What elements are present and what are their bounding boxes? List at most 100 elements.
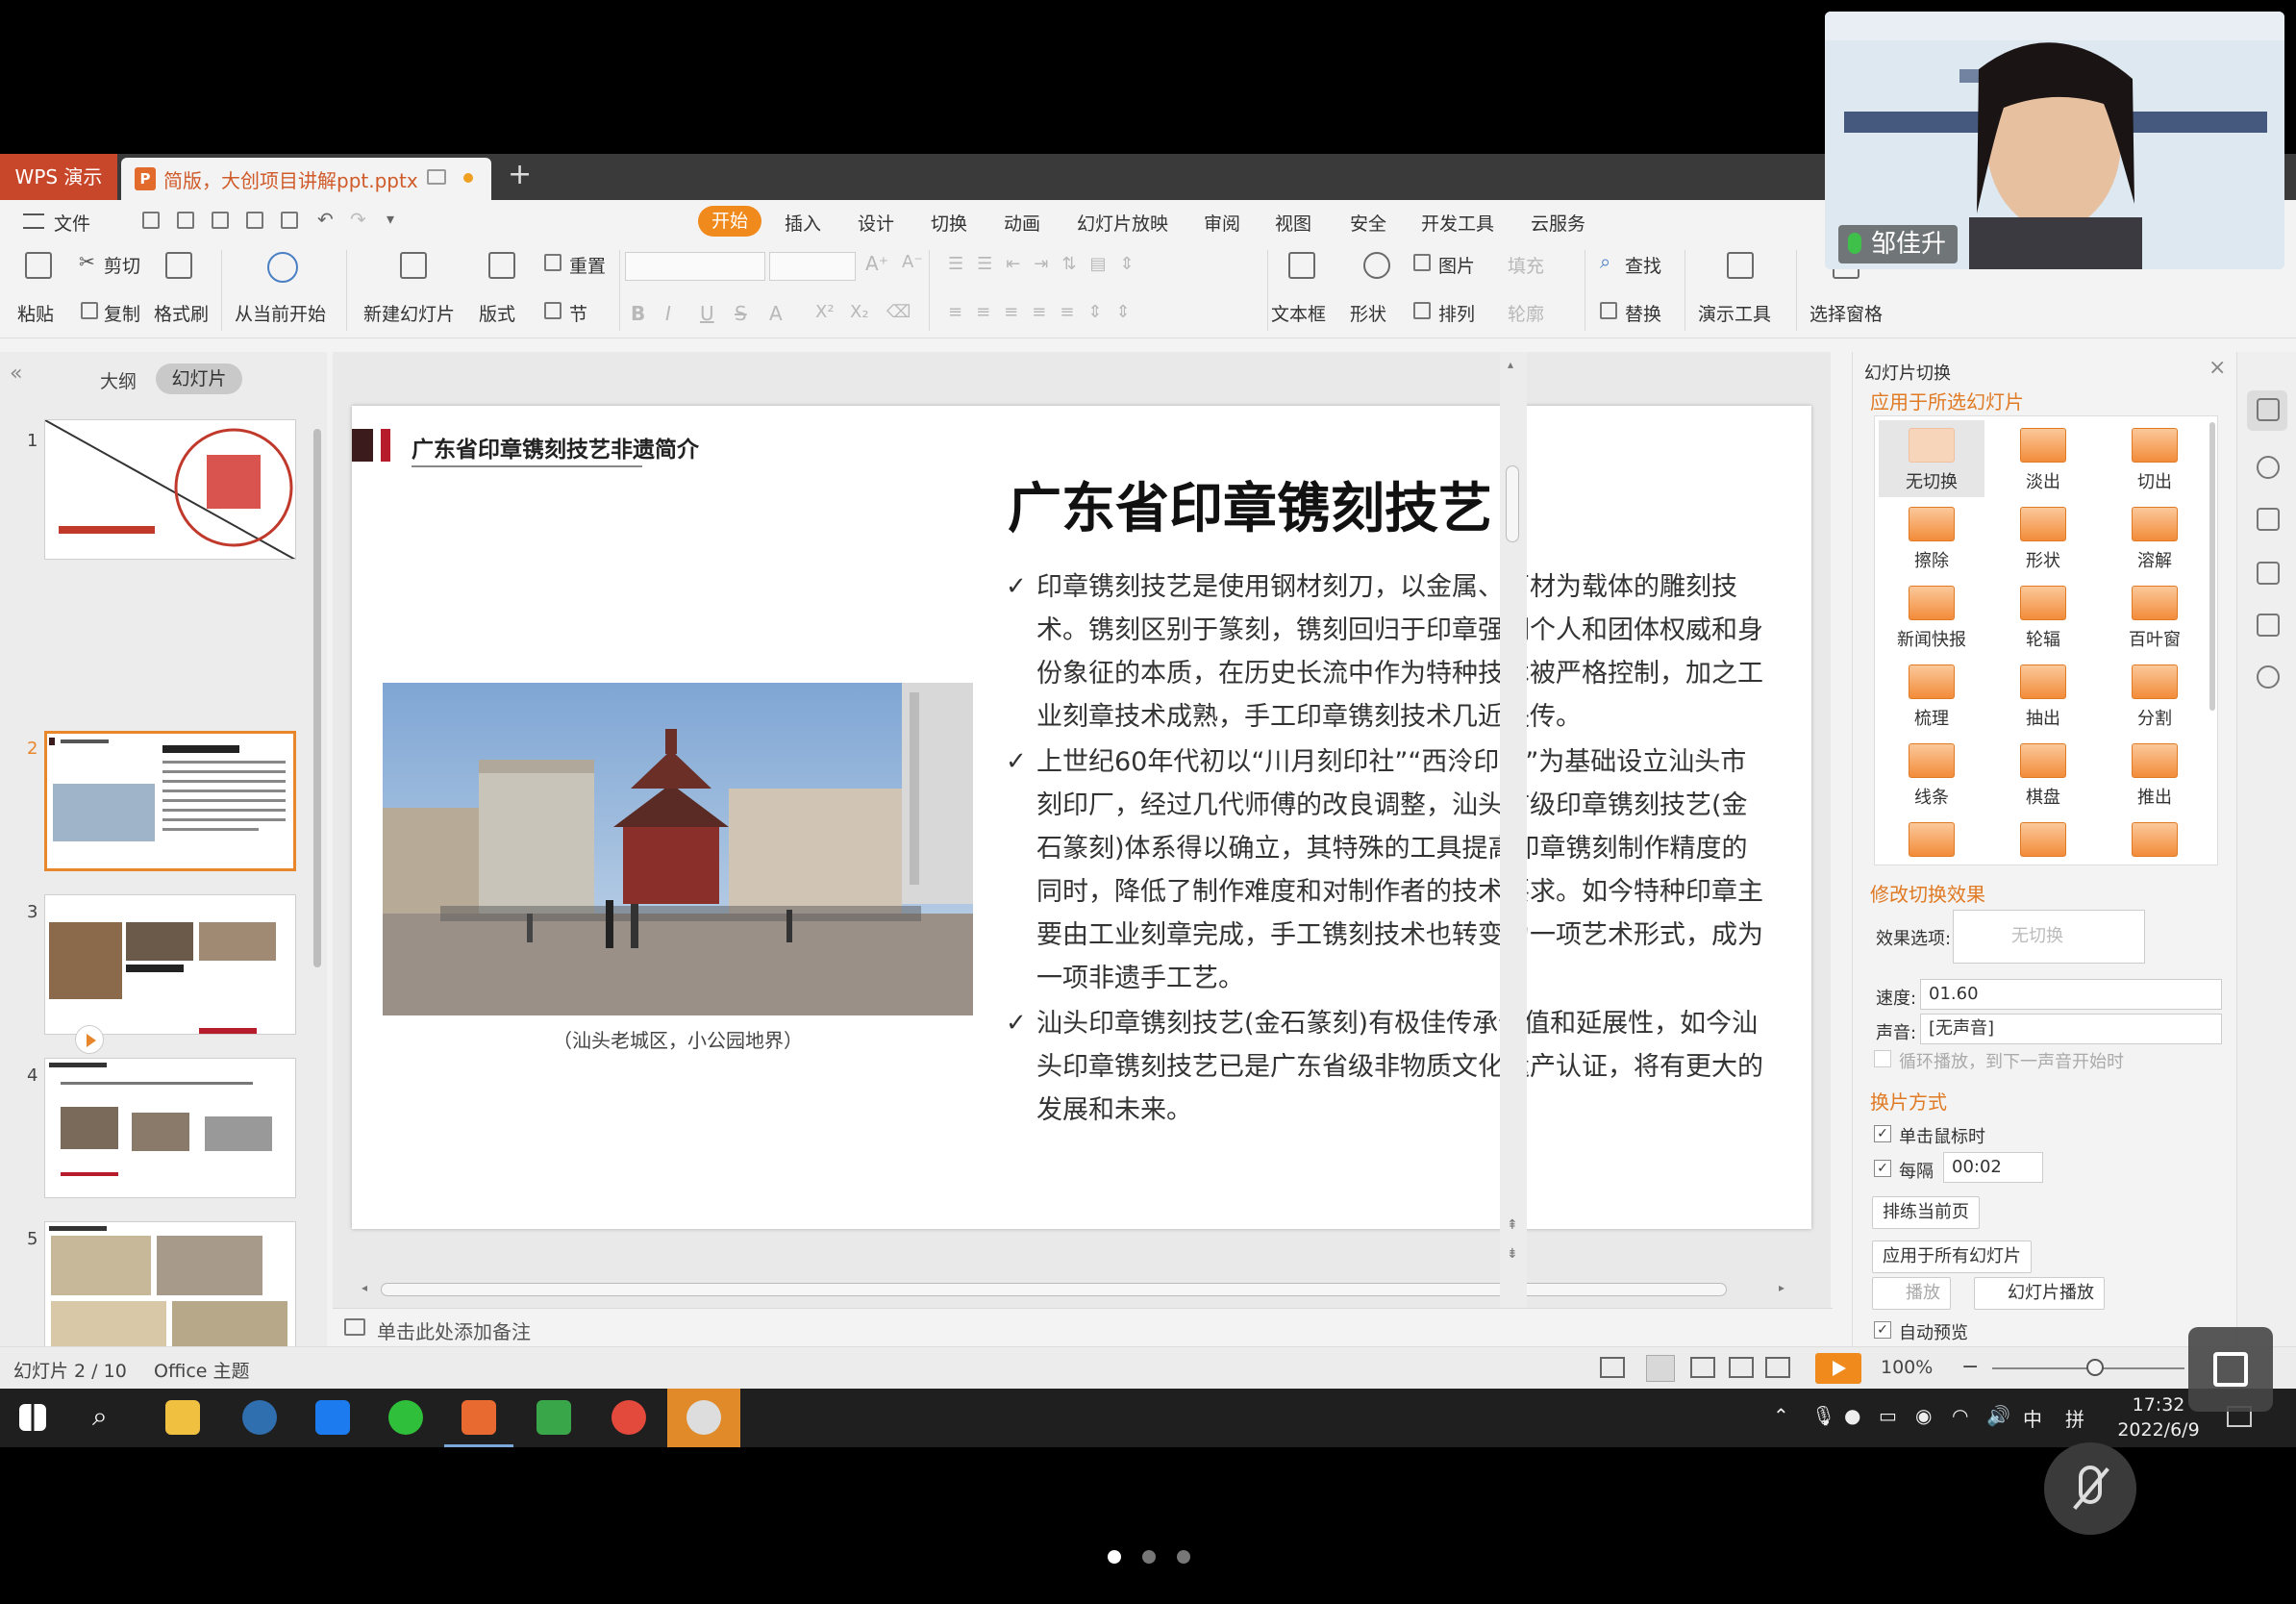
every-checkbox[interactable]: ✓ bbox=[1874, 1160, 1891, 1177]
prev-slide-icon[interactable]: ⇞ bbox=[1507, 1217, 1518, 1233]
mic-tray-icon[interactable]: 🎙 bbox=[1811, 1404, 1835, 1427]
tray-chevron-icon[interactable]: ⌃ bbox=[1773, 1404, 1789, 1427]
wps-spreadsheet-icon[interactable] bbox=[537, 1400, 571, 1435]
transition-cut[interactable]: 切出 bbox=[2102, 420, 2208, 497]
replace-button[interactable]: 替换 bbox=[1625, 300, 1661, 326]
wps-presentation-icon[interactable] bbox=[462, 1400, 496, 1435]
undo-icon[interactable]: ↶ bbox=[317, 208, 334, 231]
file-menu[interactable]: 文件 bbox=[54, 210, 90, 236]
close-icon[interactable]: × bbox=[2209, 356, 2226, 380]
slide-thumbnail-3[interactable] bbox=[44, 894, 296, 1035]
font-size-select[interactable] bbox=[769, 252, 856, 281]
tab-view[interactable]: 视图 bbox=[1275, 210, 1311, 236]
font-name-select[interactable] bbox=[625, 252, 765, 281]
participant-video-tile[interactable]: 邹佳升 bbox=[1825, 12, 2284, 269]
present-tools-button[interactable]: 演示工具 bbox=[1698, 300, 1771, 326]
ime-indicator[interactable]: 中 bbox=[2023, 1404, 2042, 1432]
scroll-right-icon[interactable]: ▸ bbox=[1779, 1281, 1784, 1294]
clear-format-icon[interactable]: ⌫ bbox=[886, 302, 911, 322]
current-slide[interactable]: 广东省印章镌刻技艺非遗简介 广东省印章镌刻技艺 ✓ 印章镌刻技艺是使用钢材刻刀，… bbox=[352, 406, 1811, 1229]
normal-view-icon[interactable] bbox=[1646, 1355, 1675, 1382]
grow-font-icon[interactable]: A⁺ bbox=[865, 252, 888, 275]
subscript-icon[interactable]: X₂ bbox=[850, 302, 869, 322]
collapse-panel-icon[interactable]: « bbox=[10, 362, 22, 386]
new-tab-button[interactable]: + bbox=[508, 158, 532, 191]
loop-checkbox[interactable] bbox=[1874, 1050, 1891, 1067]
on-click-checkbox[interactable]: ✓ bbox=[1874, 1125, 1891, 1142]
play-button[interactable]: 播放 bbox=[1872, 1277, 1951, 1310]
chrome-icon[interactable] bbox=[611, 1400, 646, 1435]
slide-thumbnail-4[interactable] bbox=[44, 1058, 296, 1198]
transition-more[interactable] bbox=[1990, 815, 2096, 863]
box-icon[interactable] bbox=[2257, 508, 2280, 531]
tab-start[interactable]: 开始 bbox=[698, 206, 761, 237]
reset-button[interactable]: 重置 bbox=[569, 252, 606, 278]
transition-none[interactable]: 无切换 bbox=[1879, 420, 1984, 497]
arrange-button[interactable]: 排列 bbox=[1438, 300, 1475, 326]
speed-input[interactable]: 01.60 bbox=[1920, 979, 2222, 1010]
transition-dissolve[interactable]: 溶解 bbox=[2102, 499, 2208, 576]
outline-button[interactable]: 轮廓 bbox=[1508, 300, 1544, 326]
mute-button[interactable] bbox=[2044, 1442, 2136, 1535]
slideshow-play-button[interactable] bbox=[1815, 1353, 1861, 1384]
active-app-tile[interactable] bbox=[667, 1389, 740, 1447]
search-icon[interactable]: ⌕ bbox=[92, 1400, 108, 1433]
font-color-icon[interactable]: A bbox=[769, 302, 783, 325]
cut-button[interactable]: 剪切 bbox=[104, 252, 140, 278]
new-slide-button[interactable]: 新建幻灯片 bbox=[363, 300, 455, 326]
battery-icon[interactable]: ▭ bbox=[1879, 1404, 1897, 1427]
new-slide-icon[interactable] bbox=[400, 252, 427, 279]
network-icon[interactable]: ◠ bbox=[1952, 1404, 1968, 1427]
save-icon[interactable] bbox=[177, 212, 194, 229]
copy-button[interactable]: 复制 bbox=[104, 300, 140, 326]
gallery-scrollbar[interactable] bbox=[2209, 422, 2215, 711]
monitor-icon[interactable] bbox=[427, 169, 446, 185]
slide-thumbnail-2[interactable] bbox=[44, 731, 296, 871]
transition-pull[interactable]: 抽出 bbox=[1990, 657, 2096, 734]
play-thumbnail-icon[interactable] bbox=[75, 1025, 104, 1054]
find-button[interactable]: 查找 bbox=[1625, 252, 1661, 278]
present-tools-icon[interactable] bbox=[1727, 252, 1754, 279]
ime-mode-indicator[interactable]: 拼 bbox=[2065, 1404, 2084, 1432]
redo-icon[interactable]: ↷ bbox=[350, 208, 366, 231]
align-icons[interactable]: ≡≡≡≡≡⇕⇕ bbox=[948, 302, 1144, 322]
transition-more[interactable] bbox=[2102, 815, 2208, 863]
page-indicator-dot-active[interactable] bbox=[1108, 1550, 1121, 1564]
slideshow-button[interactable]: 幻灯片播放 bbox=[1974, 1277, 2105, 1310]
transition-newsflash[interactable]: 新闻快报 bbox=[1879, 578, 1984, 655]
picture-button[interactable]: 图片 bbox=[1438, 252, 1475, 278]
print-preview-icon[interactable] bbox=[281, 212, 298, 229]
textbox-button[interactable]: 文本框 bbox=[1271, 300, 1326, 326]
tab-transition[interactable]: 切换 bbox=[931, 210, 967, 236]
tab-slideshow[interactable]: 幻灯片放映 bbox=[1077, 210, 1168, 236]
page-indicator-dot[interactable] bbox=[1177, 1550, 1190, 1564]
fill-button[interactable]: 填充 bbox=[1508, 252, 1544, 278]
italic-icon[interactable]: I bbox=[665, 302, 671, 325]
volume-icon[interactable]: 🔊 bbox=[1986, 1404, 2010, 1427]
windows-start-icon[interactable] bbox=[19, 1404, 46, 1431]
tab-outline[interactable]: 大纲 bbox=[100, 367, 137, 393]
thumbnail-scrollbar[interactable] bbox=[313, 429, 321, 967]
transition-push[interactable]: 推出 bbox=[2102, 736, 2208, 813]
tab-animation[interactable]: 动画 bbox=[1004, 210, 1040, 236]
history-icon[interactable] bbox=[2257, 665, 2280, 689]
transition-blinds[interactable]: 百叶窗 bbox=[2102, 578, 2208, 655]
next-slide-icon[interactable]: ⇟ bbox=[1507, 1246, 1518, 1262]
effect-options-select[interactable]: 无切换 bbox=[1953, 910, 2145, 964]
paste-button[interactable]: 粘贴 bbox=[17, 300, 54, 326]
transition-split[interactable]: 分割 bbox=[2102, 657, 2208, 734]
wps-app-tab[interactable]: WPS 演示 bbox=[0, 154, 117, 200]
tab-slides[interactable]: 幻灯片 bbox=[156, 363, 242, 394]
tab-developer[interactable]: 开发工具 bbox=[1421, 210, 1494, 236]
tab-review[interactable]: 审阅 bbox=[1204, 210, 1240, 236]
file-explorer-icon[interactable] bbox=[165, 1400, 200, 1435]
rehearse-button[interactable]: 排练当前页 bbox=[1872, 1196, 1980, 1229]
shape-button[interactable]: 形状 bbox=[1350, 300, 1386, 326]
shape-icon[interactable] bbox=[1363, 252, 1390, 279]
format-painter-icon[interactable] bbox=[165, 252, 192, 279]
notes-placeholder[interactable]: 单击此处添加备注 bbox=[377, 1316, 531, 1344]
section-button[interactable]: 节 bbox=[569, 300, 587, 326]
sorter-view-icon[interactable] bbox=[1690, 1357, 1715, 1378]
wechat-icon[interactable] bbox=[388, 1400, 423, 1435]
bold-icon[interactable]: B bbox=[631, 302, 645, 325]
